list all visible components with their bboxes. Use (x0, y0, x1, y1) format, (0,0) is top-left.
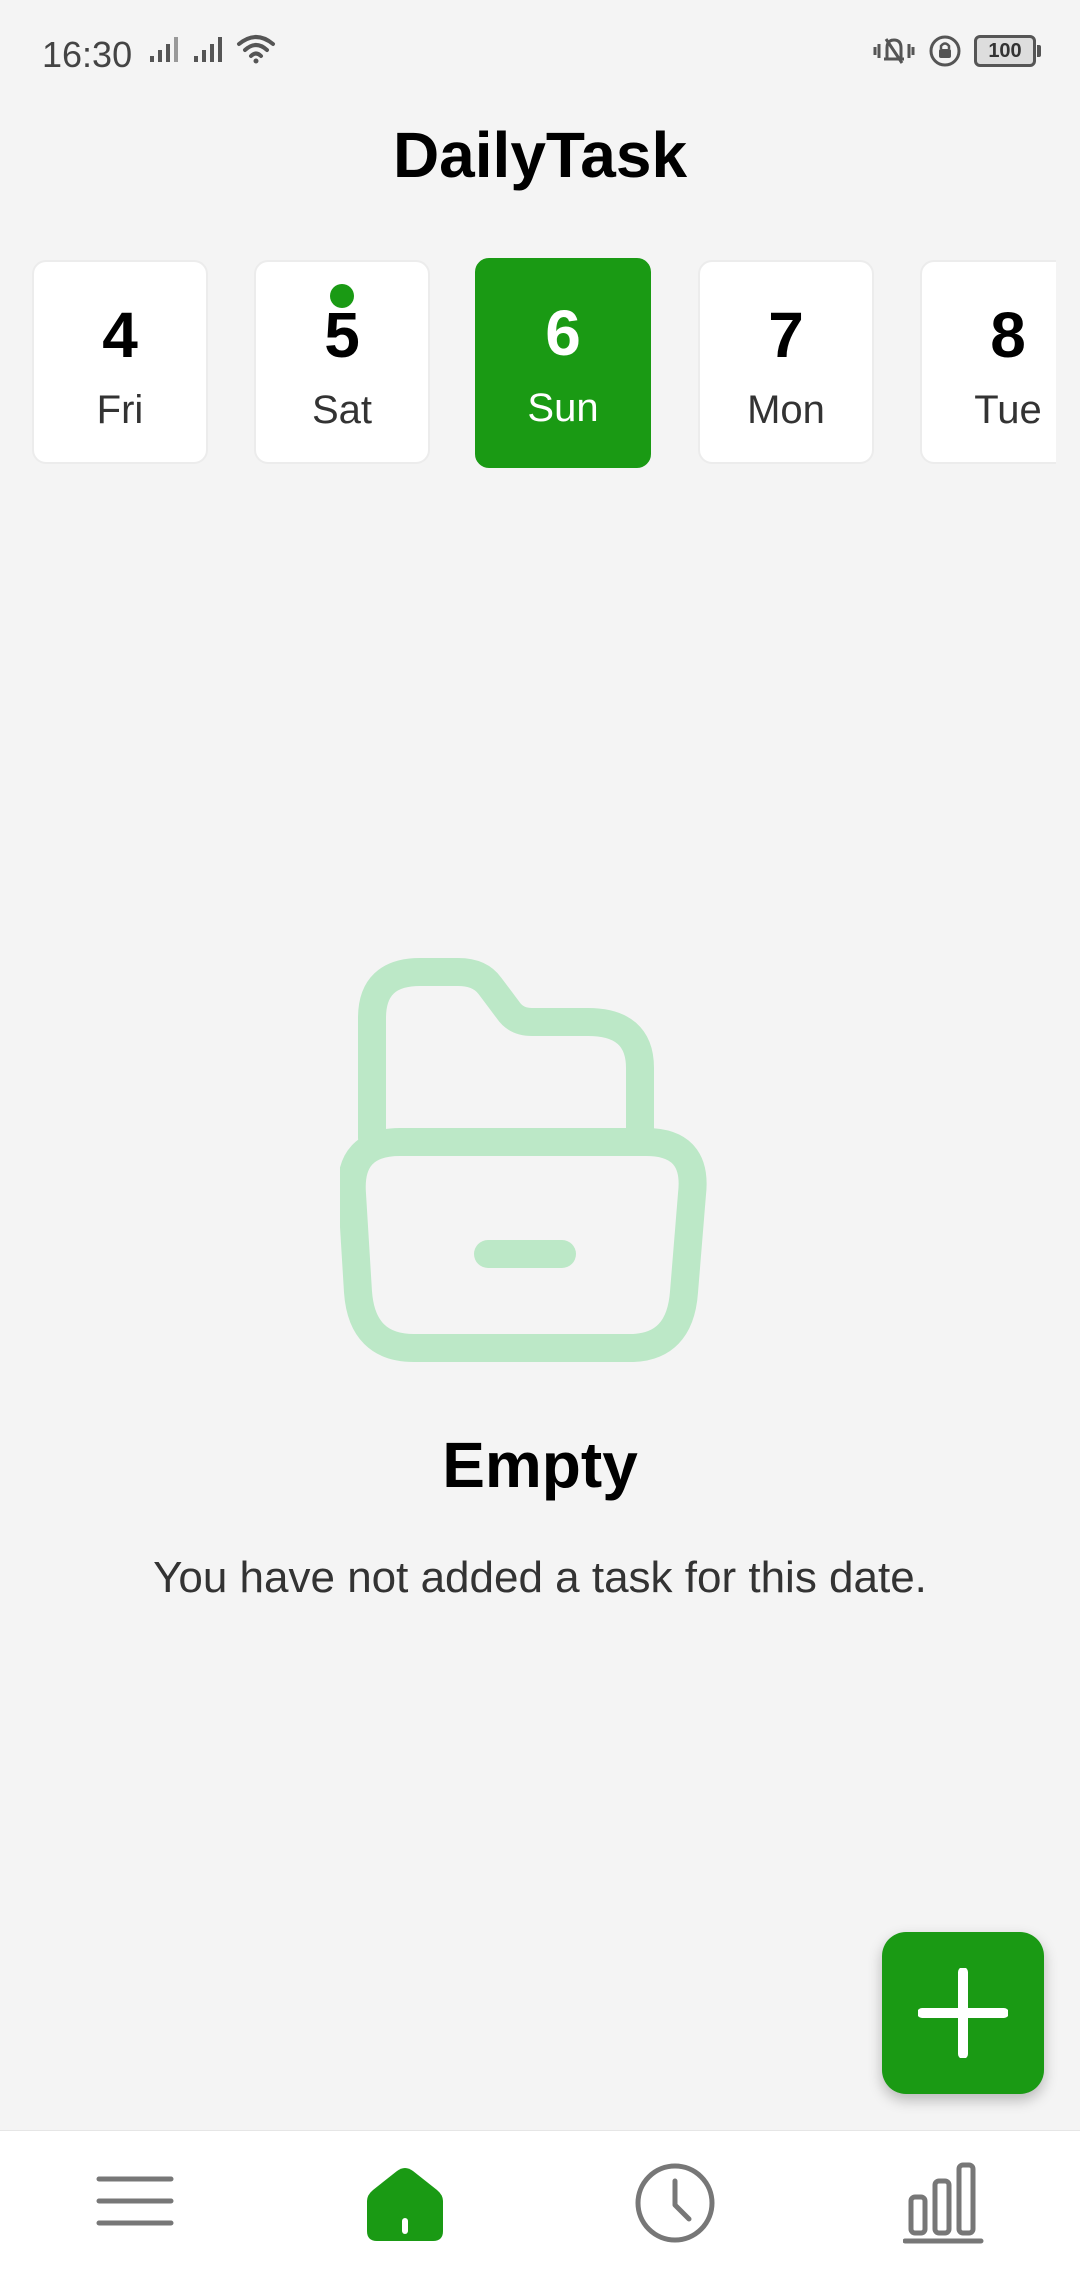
date-card-sun[interactable]: 6 Sun (475, 258, 651, 468)
wifi-icon (237, 35, 275, 64)
date-number: 7 (768, 299, 804, 371)
date-number: 5 (324, 299, 360, 371)
date-card-fri[interactable]: 4 Fri (32, 260, 208, 464)
nav-stats[interactable] (885, 2161, 1005, 2261)
status-time: 16:30 (42, 34, 133, 75)
folder-open-icon (340, 958, 707, 1362)
bottom-nav (0, 2130, 1080, 2281)
date-card-tue[interactable]: 8 Tue (920, 260, 1056, 464)
date-number: 8 (990, 299, 1026, 371)
date-weekday: Sat (311, 388, 373, 432)
bar-chart-icon (903, 2162, 984, 2244)
date-number: 6 (545, 297, 581, 369)
add-task-button[interactable] (882, 1932, 1044, 2094)
date-weekday: Sun (527, 386, 599, 430)
date-weekday: Mon (747, 388, 825, 432)
nav-history[interactable] (615, 2161, 735, 2261)
clock-icon (635, 2163, 715, 2243)
rotation-lock-icon (929, 35, 961, 67)
signal-icon (194, 37, 222, 62)
date-card-mon[interactable]: 7 Mon (698, 260, 874, 464)
vibrate-icon (873, 38, 915, 64)
signal-icon (150, 37, 178, 62)
battery-icon: 100 (974, 35, 1041, 67)
page-title: DailyTask (392, 119, 688, 191)
plus-icon (918, 1968, 1008, 2058)
empty-state-message: You have not added a task for this date. (153, 1553, 927, 1602)
date-weekday: Tue (974, 388, 1042, 432)
empty-state-title: Empty (442, 1429, 638, 1501)
home-icon (367, 2168, 443, 2241)
date-number: 4 (102, 299, 138, 371)
status-left-icons (148, 34, 276, 64)
date-strip[interactable]: 4 Fri 5 Sat 6 Sun 7 Mon 8 Tue (0, 256, 1056, 476)
status-right-icons: 100 (872, 34, 1041, 68)
date-card-sat[interactable]: 5 Sat (254, 260, 430, 464)
date-weekday: Fri (96, 388, 144, 432)
status-bar: 16:30 100 (0, 0, 1080, 110)
nav-home[interactable] (345, 2161, 465, 2261)
menu-icon (96, 2176, 174, 2226)
nav-menu[interactable] (75, 2161, 195, 2261)
